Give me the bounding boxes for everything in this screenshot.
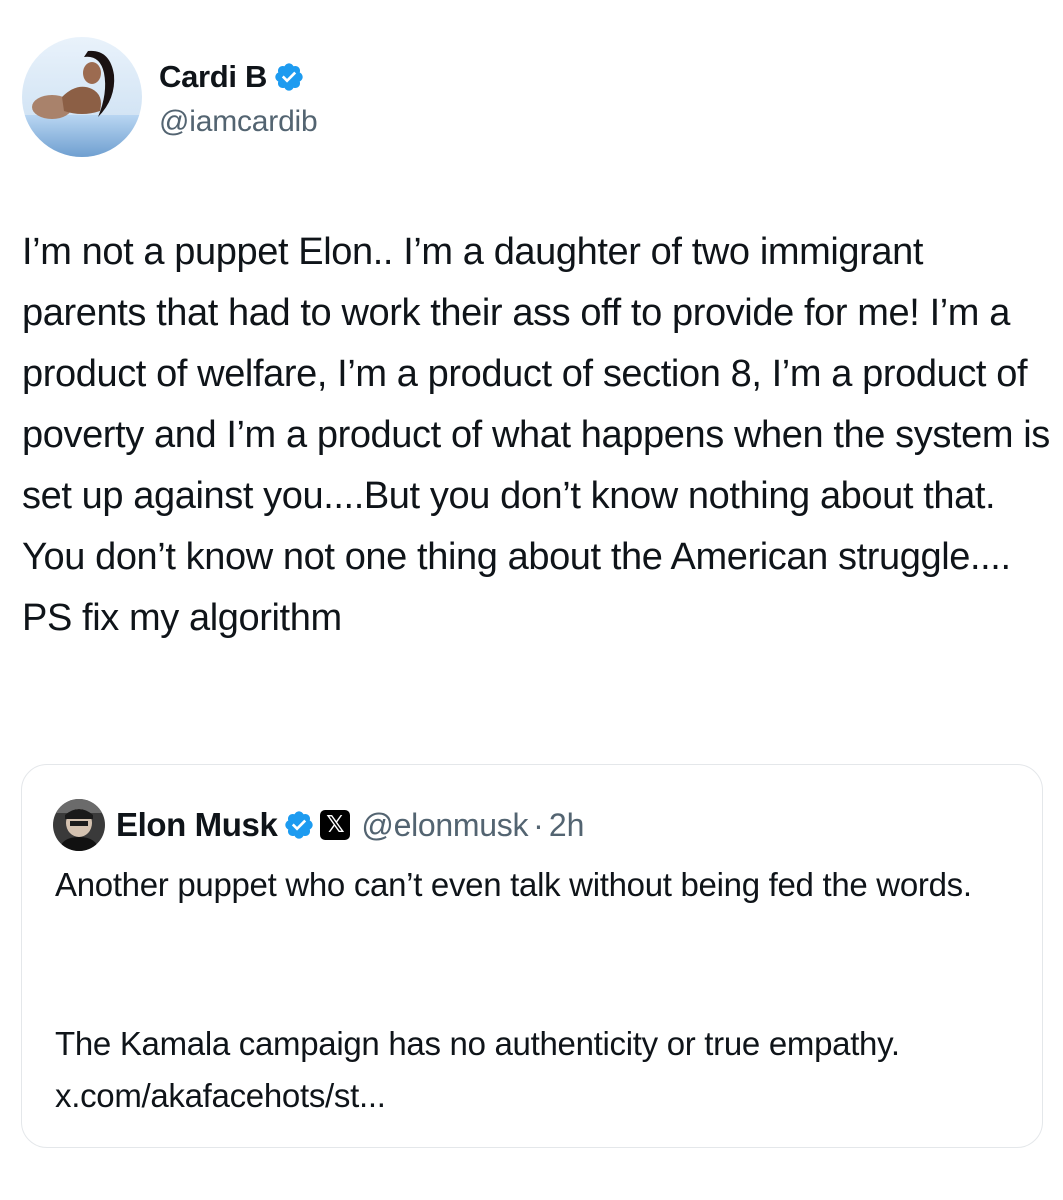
post-header: Cardi B @iamcardib [22, 37, 318, 157]
author-handle[interactable]: @iamcardib [159, 105, 318, 139]
avatar[interactable] [22, 37, 142, 157]
avatar-image [22, 37, 142, 157]
separator-dot: · [533, 806, 544, 843]
x-logo-icon[interactable]: 𝕏 [320, 810, 351, 840]
verified-badge-icon [275, 63, 303, 91]
quoted-tweet-header: Elon Musk 𝕏 @elonmusk · 2h [53, 797, 584, 853]
quoted-avatar[interactable] [53, 799, 105, 851]
author-names: Cardi B @iamcardib [159, 55, 318, 139]
quoted-author-handle[interactable]: @elonmusk [361, 807, 528, 844]
verified-badge-icon [285, 811, 314, 839]
quoted-author-display-name[interactable]: Elon Musk [116, 806, 278, 844]
quoted-timestamp[interactable]: 2h [549, 807, 585, 844]
quoted-tweet-card[interactable]: Elon Musk 𝕏 @elonmusk · 2h Another puppe… [21, 764, 1043, 1148]
author-display-name[interactable]: Cardi B [159, 59, 267, 95]
quoted-avatar-image [53, 799, 105, 851]
name-row: Cardi B [159, 55, 318, 99]
quoted-tweet-text-paragraph-2: The Kamala campaign has no authenticity … [55, 1025, 900, 1114]
tweet-post: Cardi B @iamcardib I’m not a puppet Elon… [0, 0, 1063, 1200]
quoted-tweet-text-paragraph-1: Another puppet who can’t even talk witho… [55, 866, 972, 903]
tweet-text: I’m not a puppet Elon.. I’m a daughter o… [22, 231, 1061, 639]
